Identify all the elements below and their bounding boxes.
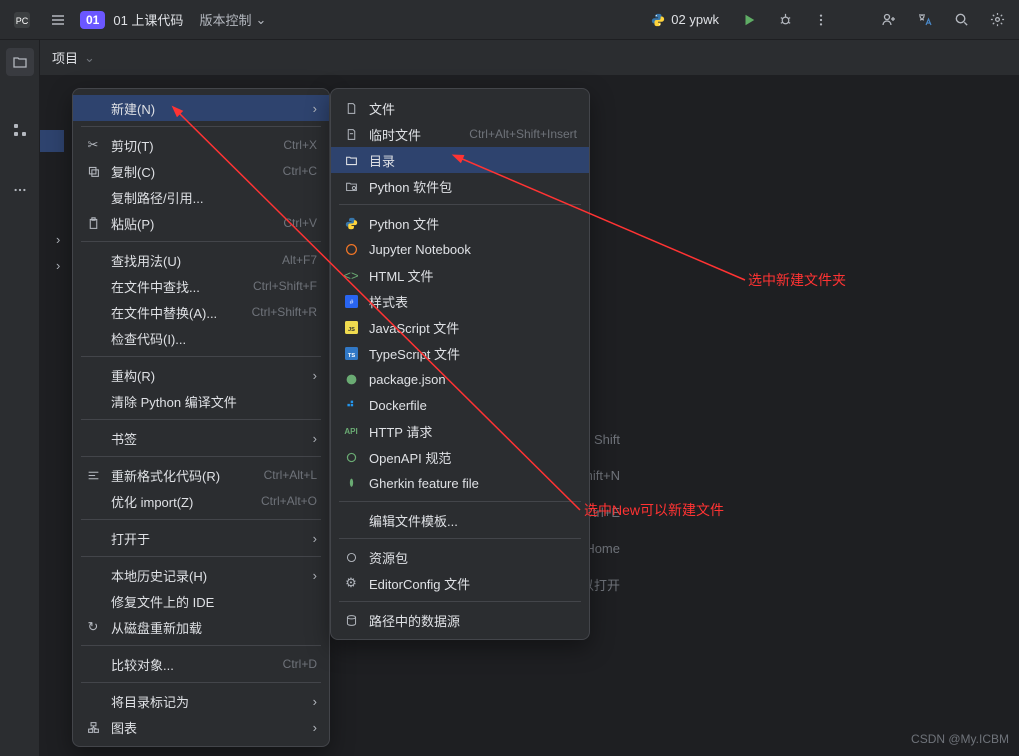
menu-compare[interactable]: 比较对象...Ctrl+D (73, 651, 329, 677)
new-html[interactable]: <>HTML 文件 (331, 262, 589, 288)
copy-icon (85, 163, 101, 179)
editorconfig-icon: ⚙ (343, 575, 359, 591)
new-js[interactable]: JSJavaScript 文件 (331, 314, 589, 340)
top-bar: PC 01 01 上课代码 版本控制⌄ 02 ypwk (0, 0, 1019, 40)
tree-chevron-icon[interactable]: › (56, 232, 60, 247)
svg-text:TS: TS (347, 352, 354, 358)
folder-icon (343, 152, 359, 168)
run-config-selector[interactable]: 02 ypwk (643, 8, 727, 31)
npm-icon (343, 371, 359, 387)
menu-inspect-code[interactable]: 检查代码(I)... (73, 325, 329, 351)
new-package-json[interactable]: package.json (331, 366, 589, 392)
menu-copy-path[interactable]: 复制路径/引用... (73, 184, 329, 210)
code-with-me-icon[interactable] (875, 6, 903, 34)
html-icon: <> (343, 267, 359, 283)
js-icon: JS (343, 319, 359, 335)
new-editorconfig[interactable]: ⚙EditorConfig 文件 (331, 570, 589, 596)
python-icon (343, 215, 359, 231)
new-file[interactable]: 文件 (331, 95, 589, 121)
clipboard-icon (85, 215, 101, 231)
gherkin-icon (343, 475, 359, 491)
new-http[interactable]: APIHTTP 请求 (331, 418, 589, 444)
menu-optimize-imports[interactable]: 优化 import(Z)Ctrl+Alt+O (73, 488, 329, 514)
project-tool-icon[interactable] (6, 48, 34, 76)
menu-new[interactable]: 新建(N)› (73, 95, 329, 121)
jupyter-icon (343, 241, 359, 257)
more-tools-icon[interactable] (6, 176, 34, 204)
svg-text:PC: PC (16, 16, 29, 26)
new-scratch[interactable]: 临时文件Ctrl+Alt+Shift+Insert (331, 121, 589, 147)
css-icon: # (343, 293, 359, 309)
menu-find-in-files[interactable]: 在文件中查找...Ctrl+Shift+F (73, 273, 329, 299)
translate-icon[interactable] (911, 6, 939, 34)
vcs-dropdown[interactable]: 版本控制⌄ (191, 6, 274, 33)
menu-mark-dir[interactable]: 将目录标记为› (73, 688, 329, 714)
menu-reformat[interactable]: 重新格式化代码(R)Ctrl+Alt+L (73, 462, 329, 488)
new-directory[interactable]: 目录 (331, 147, 589, 173)
project-badge: 01 (80, 11, 105, 29)
new-resource-bundle[interactable]: 资源包 (331, 544, 589, 570)
database-icon (343, 612, 359, 628)
new-ts[interactable]: TSTypeScript 文件 (331, 340, 589, 366)
svg-text:#: # (349, 298, 353, 305)
run-button[interactable] (735, 6, 763, 34)
menu-replace-in-files[interactable]: 在文件中替换(A)...Ctrl+Shift+R (73, 299, 329, 325)
settings-icon[interactable] (983, 6, 1011, 34)
tree-chevron-icon[interactable]: › (56, 258, 60, 273)
search-icon[interactable] (947, 6, 975, 34)
scratch-icon (343, 126, 359, 142)
menu-clean-pyc[interactable]: 清除 Python 编译文件 (73, 388, 329, 414)
file-icon (343, 100, 359, 116)
annotation-text-2: 选中New可以新建文件 (584, 500, 724, 520)
menu-repair-ide[interactable]: 修复文件上的 IDE (73, 588, 329, 614)
svg-text:JS: JS (348, 326, 355, 332)
new-python-file[interactable]: Python 文件 (331, 210, 589, 236)
scissors-icon: ✂ (85, 137, 101, 153)
new-stylesheet[interactable]: #样式表 (331, 288, 589, 314)
new-openapi[interactable]: OpenAPI 规范 (331, 444, 589, 470)
bundle-icon (343, 549, 359, 565)
menu-refactor[interactable]: 重构(R)› (73, 362, 329, 388)
docker-icon (343, 397, 359, 413)
menu-copy[interactable]: 复制(C)Ctrl+C (73, 158, 329, 184)
diagram-icon (85, 719, 101, 735)
menu-paste[interactable]: 粘贴(P)Ctrl+V (73, 210, 329, 236)
openapi-icon (343, 449, 359, 465)
project-name[interactable]: 01 上课代码 (113, 10, 183, 29)
tree-selection (40, 130, 64, 152)
menu-diagrams[interactable]: 图表› (73, 714, 329, 740)
watermark: CSDN @My.ICBM (911, 732, 1009, 746)
annotation-text-1: 选中新建文件夹 (748, 270, 846, 290)
menu-reload-disk[interactable]: ↻从磁盘重新加载 (73, 614, 329, 640)
menu-local-history[interactable]: 本地历史记录(H)› (73, 562, 329, 588)
reformat-icon (85, 467, 101, 483)
new-jupyter[interactable]: Jupyter Notebook (331, 236, 589, 262)
project-panel-header: 项目 ⌄ (40, 40, 1019, 76)
new-edit-templates[interactable]: 编辑文件模板... (331, 507, 589, 533)
context-menu: 新建(N)› ✂剪切(T)Ctrl+X 复制(C)Ctrl+C 复制路径/引用.… (72, 88, 330, 747)
new-datasource[interactable]: 路径中的数据源 (331, 607, 589, 633)
new-dockerfile[interactable]: Dockerfile (331, 392, 589, 418)
new-gherkin[interactable]: Gherkin feature file (331, 470, 589, 496)
structure-tool-icon[interactable] (6, 116, 34, 144)
menu-cut[interactable]: ✂剪切(T)Ctrl+X (73, 132, 329, 158)
project-panel-title[interactable]: 项目 (52, 48, 78, 67)
menu-bookmarks[interactable]: 书签› (73, 425, 329, 451)
reload-icon: ↻ (85, 619, 101, 635)
main-menu-icon[interactable] (44, 6, 72, 34)
left-toolstrip (0, 40, 40, 756)
new-submenu: 文件 临时文件Ctrl+Alt+Shift+Insert 目录 Python 软… (330, 88, 590, 640)
new-python-package[interactable]: Python 软件包 (331, 173, 589, 199)
package-icon (343, 178, 359, 194)
menu-open-in[interactable]: 打开于› (73, 525, 329, 551)
menu-find-usages[interactable]: 查找用法(U)Alt+F7 (73, 247, 329, 273)
app-icon[interactable]: PC (8, 6, 36, 34)
http-icon: API (343, 423, 359, 439)
debug-button[interactable] (771, 6, 799, 34)
more-icon[interactable] (807, 6, 835, 34)
ts-icon: TS (343, 345, 359, 361)
